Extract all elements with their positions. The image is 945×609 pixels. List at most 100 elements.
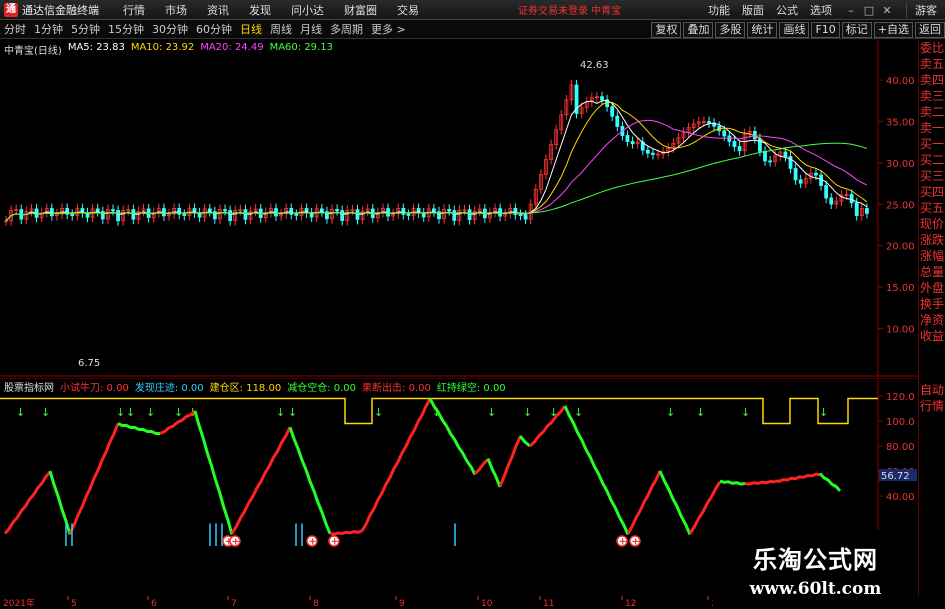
plus-icon: + — [619, 537, 627, 548]
ma20-label: MA20: 24.49 — [200, 42, 264, 53]
candle-body — [207, 208, 212, 212]
period-tab[interactable]: 1分钟 — [30, 21, 67, 37]
side-item[interactable]: 卖四 — [919, 72, 945, 88]
down-arrow-icon: ↓ — [523, 406, 532, 419]
back-button[interactable]: 返回 — [915, 21, 945, 38]
overlay-button[interactable]: 叠加 — [683, 21, 714, 38]
side-item[interactable]: 买三 — [919, 168, 945, 184]
oscillator-segment — [68, 422, 120, 535]
menu-bar: 通 通达信金融终端 行情 市场 资讯 发现 问小达 财富圈 交易 证券交易未登录… — [0, 0, 945, 20]
guest-button[interactable]: 游客 — [906, 2, 945, 18]
current-value-label: 56.72 — [881, 471, 910, 482]
menu-item-wealth[interactable]: 财富圈 — [334, 2, 387, 18]
oscillator-segment — [626, 470, 662, 535]
period-tab-active[interactable]: 日线 — [236, 21, 266, 37]
side-item[interactable]: 收益 — [919, 328, 945, 344]
indicator-field: 红持绿空: 0.00 — [436, 383, 506, 394]
menu-item-trade[interactable]: 交易 — [387, 2, 429, 18]
candle-body — [182, 213, 187, 216]
period-tab[interactable]: 60分钟 — [192, 21, 236, 37]
watermark-text: 乐淘公式网 — [753, 546, 878, 574]
oscillator-segment — [563, 405, 630, 536]
down-arrow-icon: ↓ — [819, 406, 828, 419]
candle-body — [610, 106, 615, 117]
candlestick-chart[interactable]: 40.00 35.00 30.00 25.00 20.00 15.00 10.00 42.6… — [0, 40, 918, 377]
plus-icon: + — [232, 537, 240, 548]
down-arrow-icon: ↓ — [741, 406, 750, 419]
candle-body — [467, 209, 472, 220]
menu-item-market[interactable]: 市场 — [155, 2, 197, 18]
minimize-icon[interactable]: – — [842, 4, 860, 17]
multi-stock-button[interactable]: 多股 — [715, 21, 746, 38]
auto-button[interactable]: 自动 — [919, 382, 945, 398]
indicator-tick-label: 100.0 — [886, 417, 915, 428]
add-watchlist-button[interactable]: +自选 — [873, 21, 913, 38]
candle-body — [645, 149, 650, 154]
menu-item-options[interactable]: 选项 — [804, 2, 838, 18]
draw-line-button[interactable]: 画线 — [779, 21, 810, 38]
mark-button[interactable]: 标记 — [841, 21, 872, 38]
maximize-icon[interactable]: □ — [860, 4, 878, 17]
side-item[interactable]: 买一 — [919, 136, 945, 152]
menu-item-discover[interactable]: 发现 — [239, 2, 281, 18]
period-tab[interactable]: 30分钟 — [148, 21, 192, 37]
f10-button[interactable]: F10 — [811, 21, 840, 38]
period-tab[interactable]: 15分钟 — [104, 21, 148, 37]
side-item[interactable]: 现价 — [919, 216, 945, 232]
ma60-label: MA60: 29.13 — [269, 42, 333, 53]
adjust-button[interactable]: 复权 — [651, 21, 682, 38]
price-tick-label: 30.00 — [886, 159, 915, 170]
menu-item-formula[interactable]: 公式 — [770, 2, 804, 18]
period-tab[interactable]: 5分钟 — [67, 21, 104, 37]
side-item[interactable]: 卖一 — [919, 120, 945, 136]
down-arrow-icon: ↓ — [487, 406, 496, 419]
indicator-field: 发现庄迹: 0.00 — [134, 383, 204, 394]
date-month-label: 11 — [543, 599, 554, 609]
price-tick-label: 20.00 — [886, 242, 915, 253]
menu-item-quotes[interactable]: 行情 — [113, 2, 155, 18]
stats-button[interactable]: 统计 — [747, 21, 778, 38]
period-tab[interactable]: 多周期 — [326, 21, 367, 37]
menu-item-news[interactable]: 资讯 — [197, 2, 239, 18]
side-item[interactable]: 换手 — [919, 296, 945, 312]
down-arrow-icon: ↓ — [666, 406, 675, 419]
side-item[interactable]: 涨幅 — [919, 248, 945, 264]
side-item[interactable]: 外盘 — [919, 280, 945, 296]
menu-item-function[interactable]: 功能 — [702, 2, 736, 18]
date-month-label: 8 — [313, 599, 319, 609]
candle-body — [406, 214, 411, 216]
candle-body — [829, 197, 834, 205]
more-periods-button[interactable]: 更多 > — [367, 21, 410, 37]
side-item[interactable]: 委比 — [919, 40, 945, 56]
side-item[interactable]: 涨跌 — [919, 232, 945, 248]
oscillator-segment — [528, 405, 567, 448]
period-tab[interactable]: 分时 — [0, 21, 30, 37]
candle-body — [793, 168, 798, 181]
candle-body — [763, 150, 767, 162]
side-item[interactable]: 卖三 — [919, 88, 945, 104]
menu-item-layout[interactable]: 版面 — [736, 2, 770, 18]
side-item[interactable]: 买五 — [919, 200, 945, 216]
candle-body — [116, 210, 120, 222]
down-arrow-icon: ↓ — [574, 406, 583, 419]
indicator-field: 小试牛刀: 0.00 — [60, 383, 129, 394]
price-tick-label: 25.00 — [886, 200, 915, 211]
quotes-button[interactable]: 行情 — [919, 398, 945, 414]
side-item[interactable]: 总量 — [919, 264, 945, 280]
period-tab[interactable]: 月线 — [296, 21, 326, 37]
candle-body — [783, 151, 788, 157]
price-tick-label: 40.00 — [886, 76, 915, 87]
oscillator-segment — [3, 471, 52, 535]
period-tab[interactable]: 周线 — [266, 21, 296, 37]
side-item[interactable]: 卖二 — [919, 104, 945, 120]
side-item[interactable]: 净资 — [919, 312, 945, 328]
indicator-name: 股票指标网 — [4, 383, 54, 394]
side-item[interactable]: 卖五 — [919, 56, 945, 72]
candle-body — [865, 208, 869, 214]
app-logo-icon: 通 — [4, 2, 18, 17]
date-month-label: 7 — [231, 599, 237, 609]
side-item[interactable]: 买二 — [919, 152, 945, 168]
close-icon[interactable]: ✕ — [878, 4, 896, 17]
side-item[interactable]: 买四 — [919, 184, 945, 200]
menu-item-ask[interactable]: 问小达 — [281, 2, 334, 18]
